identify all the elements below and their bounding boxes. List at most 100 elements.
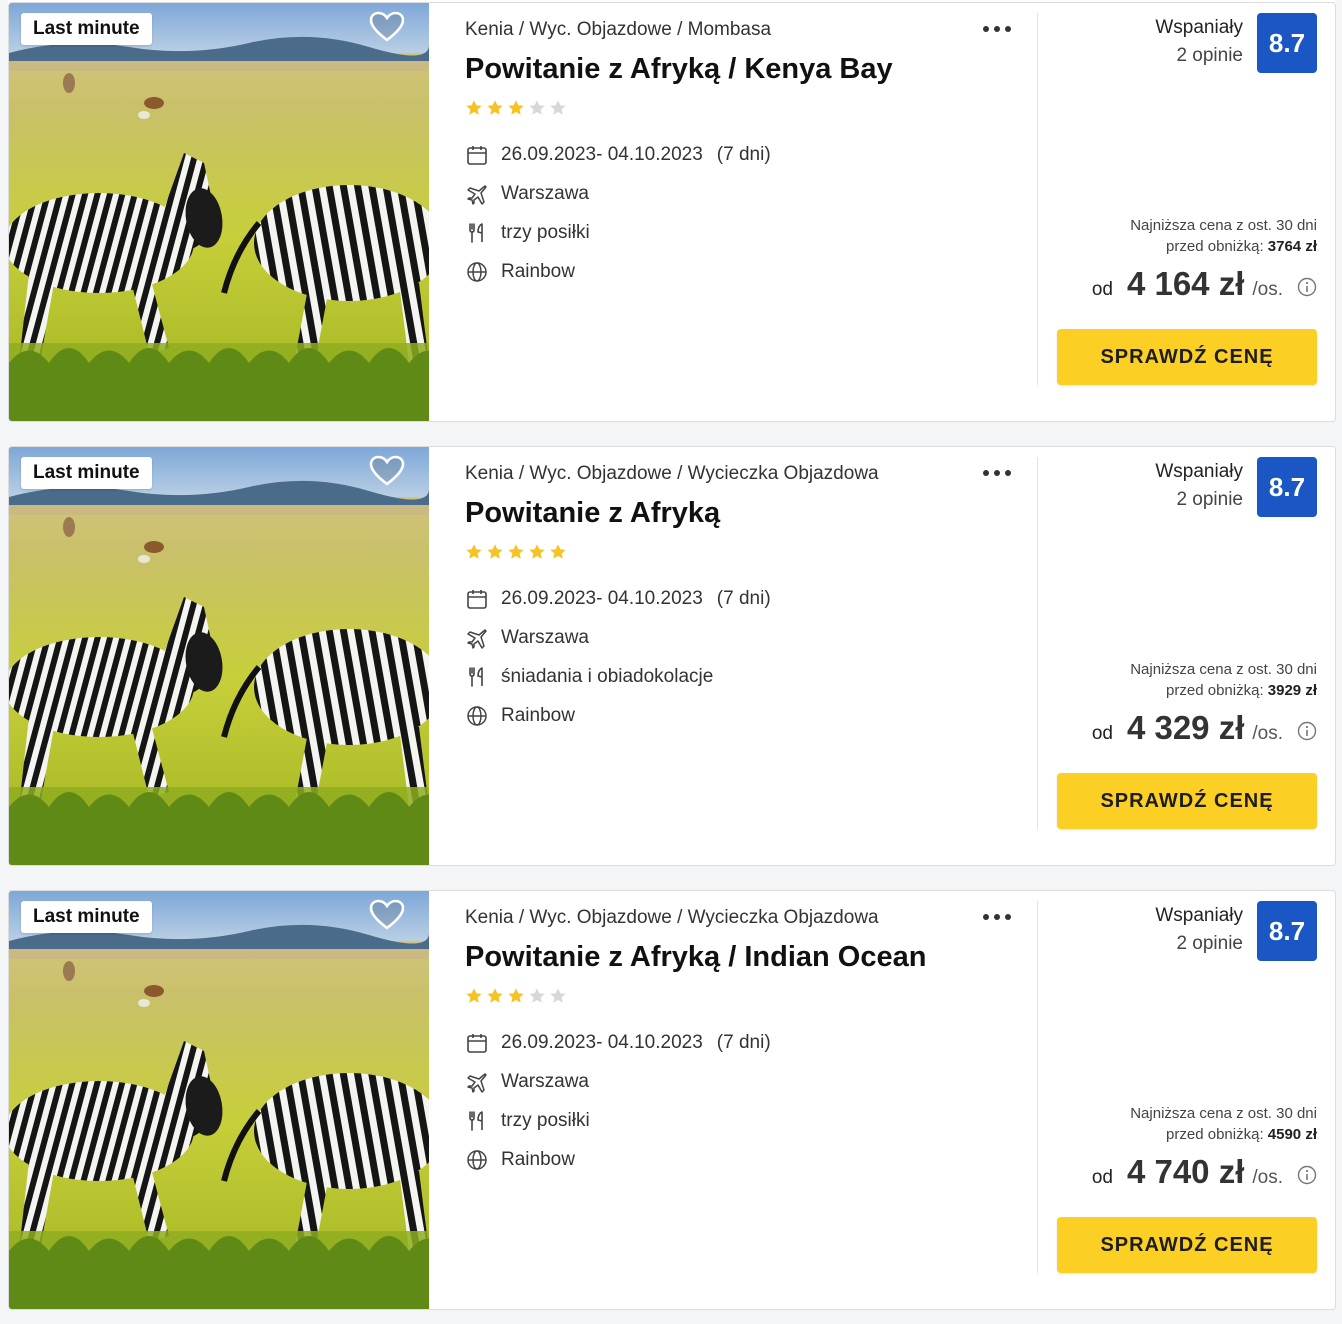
star-empty-icon [550, 988, 566, 1003]
ellipsis-icon [983, 470, 1011, 476]
heart-icon[interactable] [369, 11, 405, 43]
star-filled-icon [550, 544, 566, 559]
score-badge: 8.7 [1257, 901, 1317, 961]
offer-photo[interactable]: Last minute [9, 447, 429, 865]
check-price-button[interactable]: SPRAWDŹ CENĘ [1057, 1217, 1317, 1273]
hotel-title[interactable]: Powitanie z Afryką / Indian Ocean [465, 941, 926, 974]
zebra-photo-illustration [9, 3, 429, 421]
offer-card[interactable]: Last minute Kenia / Wyc. Objazdowe / Wyc… [8, 446, 1336, 866]
lowest-price-note: Najniższa cena z ost. 30 dni [1130, 661, 1317, 678]
offer-card[interactable]: Last minute Kenia / Wyc. Objazdowe / Mom… [8, 2, 1336, 422]
dates-text: 26.09.2023- 04.10.2023 [501, 588, 703, 609]
breadcrumb[interactable]: Kenia / Wyc. Objazdowe / Wycieczka Objaz… [465, 463, 879, 485]
operator-text: Rainbow [501, 1149, 575, 1170]
zebra-photo-illustration [9, 891, 429, 1309]
heart-icon[interactable] [369, 899, 405, 931]
score-badge: 8.7 [1257, 13, 1317, 73]
plane-icon [467, 629, 487, 649]
hotel-title[interactable]: Powitanie z Afryką [465, 497, 720, 530]
column-divider [1037, 457, 1038, 829]
lowest-price-value: 3764 zł [1267, 238, 1317, 255]
star-filled-icon [466, 988, 482, 1003]
duration-text: (7 dni) [716, 588, 771, 609]
hotel-title[interactable]: Powitanie z Afryką / Kenya Bay [465, 53, 893, 86]
info-icon[interactable] [1297, 277, 1317, 297]
lowest-price-before-discount: przed obniżką: 3764 zł [1166, 238, 1317, 255]
calendar-icon [467, 146, 487, 165]
rating-label: Wspaniały [1155, 461, 1243, 482]
rating-label: Wspaniały [1155, 905, 1243, 926]
departure-row: Warszawa [465, 1069, 589, 1095]
dates-row: 26.09.2023- 04.10.2023 (7 dni) [465, 142, 771, 168]
last-minute-badge: Last minute [21, 13, 152, 45]
breadcrumb[interactable]: Kenia / Wyc. Objazdowe / Mombasa [465, 19, 771, 41]
offer-info: Kenia / Wyc. Objazdowe / Mombasa Powitan… [465, 3, 1025, 421]
star-empty-icon [529, 988, 545, 1003]
board-text: śniadania i obiadokolacje [501, 666, 714, 687]
operator-row: Rainbow [465, 259, 575, 285]
zebra-photo-illustration [9, 447, 429, 865]
cutlery-icon [469, 1111, 483, 1131]
price-prefix: od [1091, 1167, 1113, 1188]
info-icon[interactable] [1297, 1165, 1317, 1185]
calendar-icon [467, 590, 487, 609]
operator-text: Rainbow [501, 705, 575, 726]
departure-text: Warszawa [501, 627, 589, 648]
offer-photo[interactable]: Last minute [9, 3, 429, 421]
reviews-count-link[interactable]: 2 opinie [1176, 933, 1243, 955]
price-suffix: /os. [1252, 279, 1283, 300]
duration-text: (7 dni) [716, 144, 771, 165]
operator-row: Rainbow [465, 1147, 575, 1173]
board-row: śniadania i obiadokolacje [465, 664, 713, 690]
price-row: od 4 164 zł /os. [1092, 265, 1317, 305]
lowest-price-note: Najniższa cena z ost. 30 dni [1130, 217, 1317, 234]
board-text: trzy posiłki [501, 222, 590, 243]
lowest-price-note: Najniższa cena z ost. 30 dni [1130, 1105, 1317, 1122]
ellipsis-icon [983, 26, 1011, 32]
price-suffix: /os. [1252, 723, 1283, 744]
ellipsis-icon [983, 914, 1011, 920]
plane-icon [467, 1073, 487, 1093]
more-options-button[interactable] [981, 905, 1013, 929]
lowest-price-value: 4590 zł [1267, 1126, 1317, 1143]
departure-text: Warszawa [501, 1071, 589, 1092]
price-value: 4 164 zł [1126, 265, 1245, 302]
dates-row: 26.09.2023- 04.10.2023 (7 dni) [465, 1030, 771, 1056]
price-row: od 4 740 zł /os. [1092, 1153, 1317, 1193]
cutlery-icon [469, 223, 483, 243]
board-text: trzy posiłki [501, 1110, 590, 1131]
more-options-button[interactable] [981, 461, 1013, 485]
column-divider [1037, 13, 1038, 385]
price-row: od 4 329 zł /os. [1092, 709, 1317, 749]
price-value: 4 329 zł [1126, 709, 1245, 746]
star-filled-icon [508, 544, 524, 559]
departure-text: Warszawa [501, 183, 589, 204]
info-icon[interactable] [1297, 721, 1317, 741]
more-options-button[interactable] [981, 17, 1013, 41]
breadcrumb[interactable]: Kenia / Wyc. Objazdowe / Wycieczka Objaz… [465, 907, 879, 929]
offer-photo[interactable]: Last minute [9, 891, 429, 1309]
reviews-count-link[interactable]: 2 opinie [1176, 45, 1243, 67]
lowest-price-before-discount: przed obniżką: 4590 zł [1166, 1126, 1317, 1143]
departure-row: Warszawa [465, 625, 589, 651]
reviews-count-link[interactable]: 2 opinie [1176, 489, 1243, 511]
star-filled-icon [508, 100, 524, 115]
star-filled-icon [487, 100, 503, 115]
score-badge: 8.7 [1257, 457, 1317, 517]
offer-card[interactable]: Last minute Kenia / Wyc. Objazdowe / Wyc… [8, 890, 1336, 1310]
board-row: trzy posiłki [465, 220, 590, 246]
star-filled-icon [487, 544, 503, 559]
check-price-button[interactable]: SPRAWDŹ CENĘ [1057, 773, 1317, 829]
lowest-price-prefix: przed obniżką: [1166, 238, 1264, 255]
plane-icon [467, 185, 487, 205]
heart-icon[interactable] [369, 455, 405, 487]
star-rating [465, 987, 567, 1007]
globe-icon [467, 262, 487, 282]
check-price-button[interactable]: SPRAWDŹ CENĘ [1057, 329, 1317, 385]
operator-row: Rainbow [465, 703, 575, 729]
dates-text: 26.09.2023- 04.10.2023 [501, 1032, 703, 1053]
duration-text: (7 dni) [716, 1032, 771, 1053]
star-filled-icon [508, 988, 524, 1003]
offer-info: Kenia / Wyc. Objazdowe / Wycieczka Objaz… [465, 447, 1025, 865]
calendar-icon [467, 1034, 487, 1053]
